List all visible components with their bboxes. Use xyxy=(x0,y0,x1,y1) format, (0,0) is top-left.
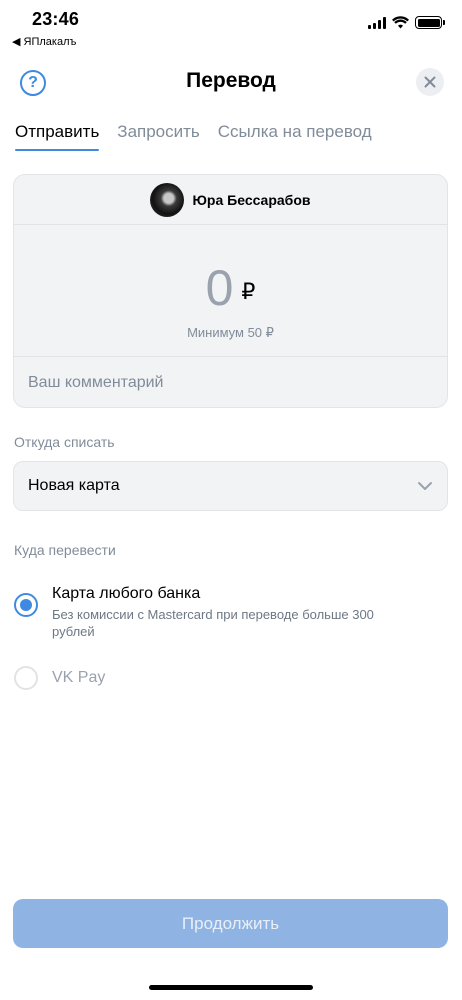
wifi-icon xyxy=(392,16,409,29)
avatar xyxy=(150,182,185,217)
status-time: 23:46 xyxy=(32,9,80,29)
source-label: Откуда списать xyxy=(14,434,115,450)
radio-selected[interactable] xyxy=(14,593,38,617)
close-button[interactable] xyxy=(416,68,444,96)
battery-icon xyxy=(415,16,445,29)
option-title: VK Pay xyxy=(52,669,106,686)
continue-button[interactable]: Продолжить xyxy=(13,899,448,948)
currency-symbol: ₽ xyxy=(241,278,256,304)
tab-send[interactable]: Отправить xyxy=(15,122,100,151)
tab-transfer-link[interactable]: Ссылка на перевод xyxy=(218,122,372,151)
chevron-down-icon xyxy=(418,482,432,490)
source-card-value: Новая карта xyxy=(28,477,120,494)
destination-option-vk-pay[interactable]: VK Pay xyxy=(14,666,105,690)
cellular-signal-icon xyxy=(368,16,386,29)
radio-unselected[interactable] xyxy=(14,666,38,690)
destination-label: Куда перевести xyxy=(14,542,116,558)
tab-request[interactable]: Запросить xyxy=(117,122,199,151)
comment-field[interactable]: Ваш комментарий xyxy=(14,357,447,407)
option-description: Без комиссии с Mastercard при переводе б… xyxy=(52,607,374,639)
amount-input[interactable]: 0 ₽ Минимум 50 ₽ xyxy=(14,225,447,357)
source-card-select[interactable]: Новая карта xyxy=(13,461,448,511)
recipient-name: Юра Бессарабов xyxy=(192,191,311,208)
home-indicator[interactable] xyxy=(149,985,313,990)
status-icons xyxy=(368,16,445,29)
transfer-screen: 23:46 ◀ ЯПлакалъ ? Перевод Отправить Зап… xyxy=(0,0,462,1000)
page-title: Перевод xyxy=(186,69,276,92)
option-title: Карта любого банка xyxy=(52,585,201,602)
destination-option-any-bank-card[interactable]: Карта любого банка Без комиссии с Master… xyxy=(14,584,412,640)
transfer-card: Юра Бессарабов 0 ₽ Минимум 50 ₽ Ваш комме… xyxy=(13,174,448,408)
minimum-amount-hint: Минимум 50 ₽ xyxy=(187,325,274,340)
recipient-row[interactable]: Юра Бессарабов xyxy=(14,175,447,225)
amount-display: 0 ₽ xyxy=(14,263,447,317)
back-to-app-link[interactable]: ◀ ЯПлакалъ xyxy=(12,35,76,48)
close-icon xyxy=(424,76,436,88)
amount-value: 0 xyxy=(205,260,234,316)
transfer-tabs: Отправить Запросить Ссылка на перевод xyxy=(15,122,372,151)
